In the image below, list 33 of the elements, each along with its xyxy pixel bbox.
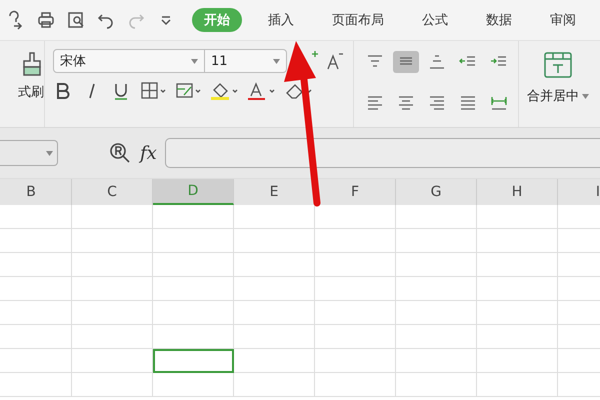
function-label[interactable]: fx (140, 142, 157, 164)
font-name-value: 宋体 (60, 53, 86, 70)
fill-color-icon[interactable] (210, 81, 238, 101)
column-header[interactable]: H (477, 179, 558, 205)
ribbon-tab[interactable]: 页面布局 (320, 8, 396, 32)
ribbon-tab[interactable]: 插入 (256, 8, 306, 32)
font-size-field[interactable]: 11 (205, 49, 287, 73)
ribbon-tab[interactable]: 审阅 (538, 8, 588, 32)
print-preview-icon[interactable] (66, 10, 86, 30)
selected-cell[interactable] (153, 349, 234, 373)
caret-icon[interactable] (273, 58, 280, 64)
column-header[interactable]: G (396, 179, 477, 205)
column-header[interactable]: E (234, 179, 315, 205)
format-painter-label[interactable]: 式刷 (18, 83, 44, 101)
borders-icon[interactable] (140, 81, 166, 101)
align-button[interactable] (393, 51, 419, 73)
font-color-icon[interactable] (247, 81, 275, 101)
merge-center-button[interactable]: 合并居中 (527, 87, 589, 105)
column-header[interactable]: B (0, 179, 72, 205)
ribbon-tab[interactable]: 公式 (410, 8, 460, 32)
caret-icon[interactable] (46, 150, 53, 156)
formula-input[interactable] (164, 138, 600, 168)
caret-icon[interactable] (582, 94, 589, 98)
ribbon-tab[interactable]: 数据 (474, 8, 524, 32)
plus-icon[interactable] (312, 51, 318, 57)
font-size-value: 11 (211, 54, 228, 68)
caret-icon[interactable] (191, 58, 198, 64)
merge-cells-icon[interactable] (543, 51, 573, 79)
font-name-field[interactable]: 宋体 (53, 49, 205, 73)
print-icon[interactable] (36, 10, 56, 30)
column-header[interactable]: I (558, 179, 600, 205)
zoom-icon[interactable] (108, 141, 132, 165)
column-header[interactable]: F (315, 179, 396, 205)
